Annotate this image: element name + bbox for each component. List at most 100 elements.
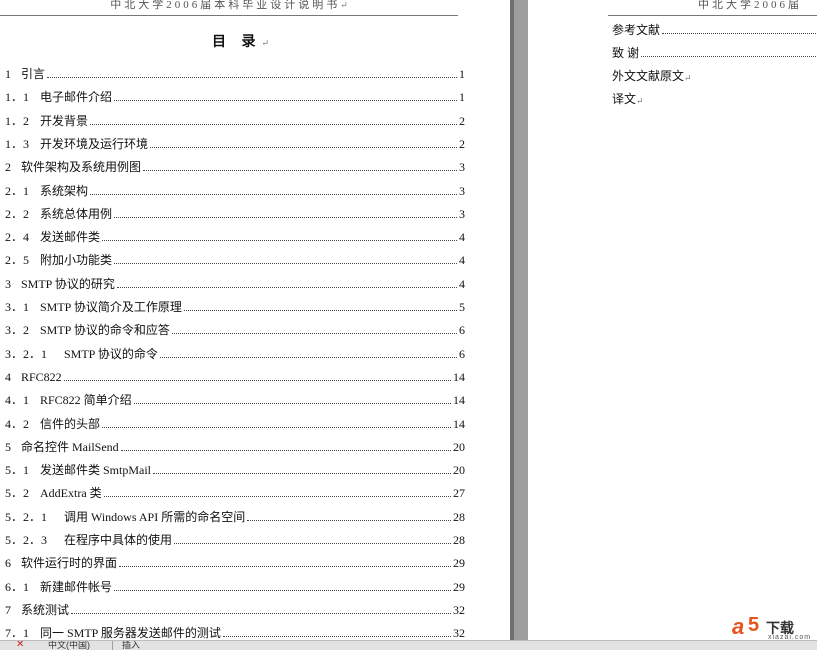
toc-leader-dots: [114, 216, 457, 218]
toc-entry-title: 发送邮件类 SmtpMail: [40, 463, 152, 478]
toc-entry[interactable]: 6 软件运行时的界面 29: [5, 553, 465, 571]
paragraph-mark: ↵: [340, 0, 348, 10]
toc-entry-page: 4: [459, 276, 465, 291]
toc-entry[interactable]: 1．3 开发环境及运行环境 2: [5, 134, 465, 152]
toc-leader-dots: [114, 100, 457, 102]
toc-entry[interactable]: 3．2 SMTP 协议的命令和应答 6: [5, 320, 465, 338]
toc-entry-title: 参考文献: [612, 23, 661, 37]
page-header-right: 中北大学2006届: [698, 0, 802, 11]
toc-entry-number: 3．2．1: [5, 346, 48, 361]
toc-entry-number: 1: [5, 67, 11, 81]
toc-entry[interactable]: 3．2．1 SMTP 协议的命令 6: [5, 344, 465, 362]
toc-title: 目 录↵: [212, 31, 269, 51]
toc-entry-right[interactable]: 致 谢: [612, 43, 817, 61]
toc-entry[interactable]: 5．2．3 在程序中具体的使用 28: [5, 530, 465, 548]
toc-entry[interactable]: 1 引言 1: [5, 64, 465, 82]
watermark-a: a: [732, 614, 745, 639]
toc-entry-title: 发送邮件类: [40, 230, 101, 245]
document-page-right[interactable]: 中北大学2006届 参考文献致 谢外文文献原文 ↵ 译文 ↵: [528, 0, 817, 640]
toc-leader-dots: [90, 123, 457, 125]
toc-entry-title: SMTP 协议简介及工作原理: [40, 300, 182, 314]
toc-entry[interactable]: 5．2 AddExtra 类 27: [5, 483, 465, 501]
toc-entry[interactable]: 5．2．1 调用 Windows API 所需的命名空间 28: [5, 507, 465, 525]
toc-entry[interactable]: 4．2 信件的头部 14: [5, 414, 465, 432]
toc-entry-page: 29: [453, 579, 465, 594]
toc-entry-number: 1．1: [5, 90, 30, 105]
toc-entry-number: 3．2: [5, 323, 30, 338]
toc-entry-page: 14: [453, 416, 465, 431]
document-page-left[interactable]: 中北大学2006届本科毕业设计说明书↵ 目 录↵ 1 引言 1 1．1 电子邮件介绍 1 1…: [0, 0, 510, 640]
toc-entry[interactable]: 2 软件架构及系统用例图 3: [5, 157, 465, 175]
watermark-url: xiazai.com: [768, 634, 812, 641]
toc-entry[interactable]: 2．5 附加小功能类 4: [5, 250, 465, 268]
toc-entry-title: 系统架构: [40, 183, 89, 198]
toc-entry-title: 软件架构及系统用例图: [21, 160, 142, 175]
toc-entry-page: 29: [453, 556, 465, 571]
paragraph-mark: ↵: [636, 96, 644, 106]
toc-entry[interactable]: 1．1 电子邮件介绍 1: [5, 87, 465, 105]
toc-entry-number: 7: [5, 602, 11, 617]
toc-leader-dots: [114, 589, 451, 591]
toc-entry-page: 4: [459, 230, 465, 245]
toc-entry-number: 2: [5, 160, 11, 175]
toc-entry-title: 电子邮件介绍: [40, 90, 113, 105]
toc-entry-number: 1．3: [5, 136, 30, 151]
toc-entry-title: 系统测试: [21, 602, 70, 617]
toc-entry[interactable]: 5．1 发送邮件类 SmtpMail 20: [5, 460, 465, 478]
toc-leader-dots: [63, 379, 451, 381]
toc-entry[interactable]: 5 命名控件 MailSend 20: [5, 437, 465, 455]
toc-entry-title: 系统总体用例: [40, 206, 113, 221]
toc-entry-page: 1: [459, 90, 465, 105]
toc-entry-number: 5: [5, 439, 11, 454]
toc-entry-title: 在程序中具体的使用: [64, 533, 173, 547]
toc-entry-title: AddExtra 类: [40, 486, 102, 501]
toc-entry[interactable]: 2．1 系统架构 3: [5, 181, 465, 199]
toc-leader-dots: [47, 77, 457, 78]
toc-entry-title: 外文文献原文: [612, 69, 685, 83]
toc-title-text: 目 录: [212, 35, 262, 50]
toc-entry-title: 软件运行时的界面: [21, 556, 118, 571]
toc-entry-page: 28: [453, 533, 465, 547]
toc-leader-dots: [102, 240, 457, 242]
header-text: 中北大学2006届本科毕业设计说明书: [110, 0, 341, 11]
toc-entry[interactable]: 7．1 同一 SMTP 服务器发送邮件的测试 32: [5, 623, 465, 640]
toc-leader-dots: [103, 496, 451, 498]
toc-entry[interactable]: 4．1 RFC822 简单介绍 14: [5, 390, 465, 408]
toc-entry-page: 3: [459, 183, 465, 198]
toc-entry-title: 开发环境及运行环境: [40, 136, 149, 151]
toc-entry[interactable]: 6．1 新建邮件帐号 29: [5, 577, 465, 595]
toc-entry-number: 6．1: [5, 579, 30, 594]
paragraph-mark: ↵: [261, 38, 270, 48]
header-rule: [608, 15, 817, 16]
toc-entry[interactable]: 2．2 系统总体用例 3: [5, 204, 465, 222]
toc-entry-right[interactable]: 译文 ↵: [612, 89, 817, 107]
toc-leader-dots: [116, 286, 457, 288]
toc-entry-page: 6: [459, 323, 465, 338]
toc-entry-page: 4: [459, 253, 465, 268]
toc-entry-page: 20: [453, 463, 465, 478]
toc-leader-dots: [143, 170, 457, 172]
toc-entry[interactable]: 1．2 开发背景 2: [5, 111, 465, 129]
toc-entry[interactable]: 3 SMTP 协议的研究 4: [5, 274, 465, 292]
toc-entry[interactable]: 4 RFC822 14: [5, 367, 465, 385]
toc-leader-dots: [183, 310, 457, 311]
toc-leader-dots: [102, 426, 451, 428]
toc-leader-dots: [90, 193, 457, 195]
toc-entry-page: 20: [453, 439, 465, 454]
toc-entry[interactable]: 3．1 SMTP 协议简介及工作原理 5: [5, 297, 465, 315]
toc-entry[interactable]: 7 系统测试 32: [5, 600, 465, 618]
toc-entry-number: 2．4: [5, 230, 30, 245]
toc-leader-dots: [119, 566, 451, 568]
toc-entry-number: 3: [5, 276, 11, 291]
toc-entry-right[interactable]: 外文文献原文 ↵: [612, 66, 817, 84]
watermark-5: 5: [748, 614, 760, 636]
toc-entry-title: 引言: [21, 67, 46, 81]
toc-entry-number: 3．1: [5, 300, 30, 314]
toc-entry[interactable]: 2．4 发送邮件类 4: [5, 227, 465, 245]
toc-entry-number: 5．2．3: [5, 533, 48, 547]
toc-entry-number: 2．2: [5, 206, 30, 221]
toc-entry-title: 命名控件 MailSend: [21, 439, 119, 454]
page-header: 中北大学2006届本科毕业设计说明书↵: [0, 0, 458, 12]
toc-entry-right[interactable]: 参考文献: [612, 20, 817, 38]
toc-entry-page: 3: [459, 206, 465, 221]
